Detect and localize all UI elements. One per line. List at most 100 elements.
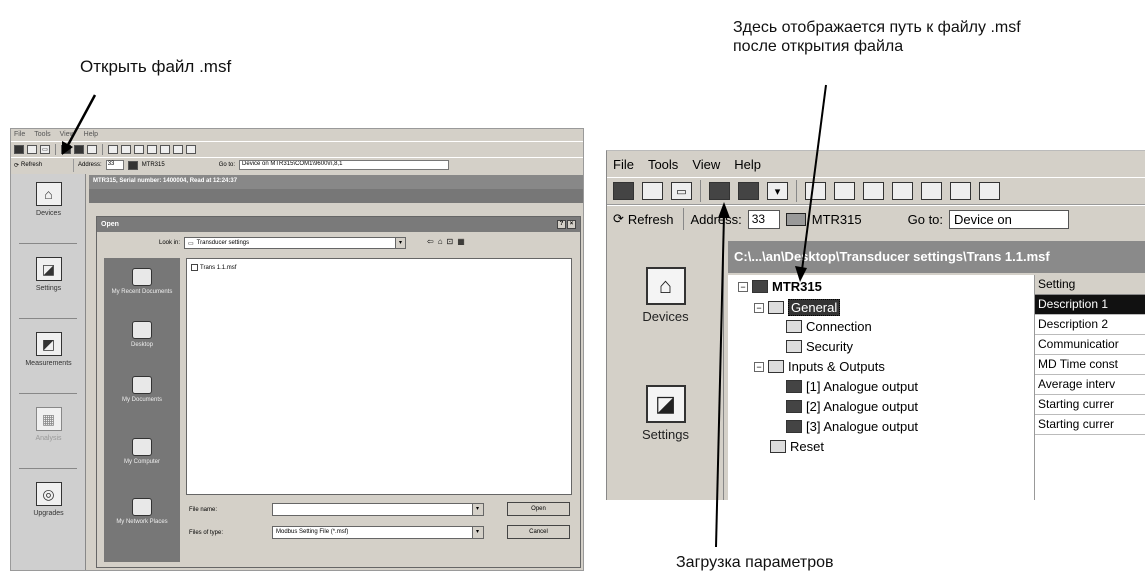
right-menubar: File Tools View Help (607, 151, 1145, 177)
new-device-icon[interactable] (14, 145, 24, 154)
upgrade-icon[interactable] (979, 182, 1000, 200)
print-preview-icon[interactable] (108, 145, 118, 154)
new-file-icon[interactable] (27, 145, 37, 154)
grid-row[interactable]: Starting currer (1035, 415, 1145, 435)
right-device-name: MTR315 (811, 211, 862, 227)
back-arrow-icon[interactable]: ⇦ (427, 237, 434, 246)
calculator-icon[interactable] (863, 182, 884, 200)
place-desktop[interactable]: Desktop (104, 321, 180, 349)
settings-tree: − MTR315 − General Connection Security −… (728, 275, 1034, 500)
left-nav-upgrades[interactable]: ◎ Upgrades (11, 474, 86, 544)
collapse-icon[interactable]: − (738, 281, 748, 292)
caption-path-line1: Здесь отображается путь к файлу .msf (733, 19, 1021, 36)
grid-row[interactable]: Communicatior (1035, 335, 1145, 355)
file-type-select[interactable]: Modbus Setting File (*.msf) (272, 526, 484, 539)
save-icon[interactable] (738, 182, 759, 200)
tree-node-io[interactable]: − Inputs & Outputs (754, 359, 885, 374)
right-menu-file[interactable]: File (613, 157, 634, 172)
window-icon[interactable] (921, 182, 942, 200)
place-my-computer-label: My Computer (123, 459, 160, 465)
tree-node-root[interactable]: − MTR315 (738, 279, 822, 294)
print-preview-icon[interactable] (805, 182, 826, 200)
right-address-input[interactable]: 33 (747, 209, 780, 229)
dialog-close-button[interactable]: × (567, 220, 576, 229)
left-menu-view[interactable]: View (60, 131, 75, 139)
file-list[interactable]: Trans 1.1.msf (186, 258, 572, 495)
open-file-icon[interactable]: ▭ (671, 182, 692, 200)
right-nav-settings[interactable]: ◪ Settings (607, 385, 724, 442)
monitor-icon[interactable] (147, 145, 157, 154)
nav-divider (19, 243, 77, 244)
place-my-computer[interactable]: My Computer (104, 438, 180, 466)
tree-node-reset[interactable]: Reset (770, 439, 824, 454)
left-nav-devices[interactable]: ⌂ Devices (11, 174, 86, 244)
collapse-icon[interactable]: − (754, 361, 764, 372)
collapse-icon[interactable]: − (754, 302, 764, 313)
up-folder-icon[interactable]: ⌂ (438, 237, 443, 246)
right-menu-help[interactable]: Help (734, 157, 761, 172)
place-recent[interactable]: My Recent Documents (104, 268, 180, 296)
tree-node-connection[interactable]: Connection (786, 319, 872, 334)
monitor-icon[interactable] (892, 182, 913, 200)
read-settings-icon[interactable] (709, 182, 730, 200)
left-nav-settings[interactable]: ◪ Settings (11, 249, 86, 319)
left-goto-input[interactable]: Device on MTR315\COM1\9600\n,8,1 (239, 160, 450, 170)
right-goto-input[interactable]: Device on (949, 209, 1070, 229)
grid-row[interactable]: Average interv (1035, 375, 1145, 395)
reset-icon (770, 440, 786, 453)
speaker-icon[interactable] (950, 182, 971, 200)
look-in-select[interactable]: ▭ Transducer settings ▾ (184, 237, 406, 249)
chevron-down-icon[interactable]: ▾ (395, 238, 405, 248)
cancel-button[interactable]: Cancel (507, 525, 570, 539)
right-menu-tools[interactable]: Tools (648, 157, 678, 172)
nav-divider (19, 393, 77, 394)
grid-row[interactable]: Starting currer (1035, 395, 1145, 415)
tree-node-general[interactable]: − General (754, 299, 841, 316)
grid-row[interactable]: Description 1 (1035, 295, 1145, 315)
right-toolbar: ▭ ▾ (607, 177, 1145, 205)
tree-security-label: Security (806, 339, 853, 354)
grid-row[interactable]: Description 2 (1035, 315, 1145, 335)
tree-node-output-2[interactable]: [2] Analogue output (786, 399, 918, 414)
calculator-icon[interactable] (134, 145, 144, 154)
right-refresh-button[interactable]: ⟳ Refresh (613, 208, 685, 230)
dialog-help-button[interactable]: ? (557, 220, 566, 229)
open-button[interactable]: Open (507, 502, 570, 516)
left-nav-measurements[interactable]: ◩ Measurements (11, 324, 86, 394)
chevron-down-icon[interactable]: ▾ (472, 503, 484, 516)
grid-dropdown-icon[interactable]: ▾ (767, 182, 788, 200)
file-list-item[interactable]: Trans 1.1.msf (191, 264, 236, 271)
left-nav-analysis[interactable]: ▦ Analysis (11, 399, 86, 469)
left-header-strip (89, 189, 583, 203)
save-icon[interactable] (74, 145, 84, 154)
view-menu-icon[interactable]: ▦ (457, 237, 465, 246)
left-menu-tools[interactable]: Tools (34, 131, 50, 139)
new-folder-icon[interactable]: ⊡ (447, 237, 454, 246)
tree-node-security[interactable]: Security (786, 339, 853, 354)
grid-dropdown-icon[interactable] (87, 145, 97, 154)
grid-header-setting: Setting (1035, 275, 1145, 295)
tree-node-output-3[interactable]: [3] Analogue output (786, 419, 918, 434)
new-device-icon[interactable] (613, 182, 634, 200)
file-name-input[interactable] (272, 503, 484, 516)
left-menu-help[interactable]: Help (84, 131, 98, 139)
left-address-input[interactable]: 33 (105, 160, 124, 170)
open-file-icon[interactable]: ▭ (40, 145, 50, 154)
left-refresh-button[interactable]: ⟳ Refresh (14, 158, 74, 172)
dialog-title: Open (101, 221, 119, 228)
print-icon[interactable] (121, 145, 131, 154)
tree-node-output-1[interactable]: [1] Analogue output (786, 379, 918, 394)
grid-row[interactable]: MD Time const (1035, 355, 1145, 375)
print-icon[interactable] (834, 182, 855, 200)
window-icon[interactable] (160, 145, 170, 154)
place-network[interactable]: My Network Places (104, 498, 180, 526)
place-my-documents[interactable]: My Documents (104, 376, 180, 404)
speaker-icon[interactable] (173, 145, 183, 154)
right-menu-view[interactable]: View (692, 157, 720, 172)
upgrade-icon[interactable] (186, 145, 196, 154)
new-file-icon[interactable] (642, 182, 663, 200)
left-menu-file[interactable]: File (14, 131, 25, 139)
right-nav-devices[interactable]: ⌂ Devices (607, 267, 724, 324)
read-settings-icon[interactable] (61, 145, 71, 154)
chevron-down-icon[interactable]: ▾ (472, 526, 484, 539)
